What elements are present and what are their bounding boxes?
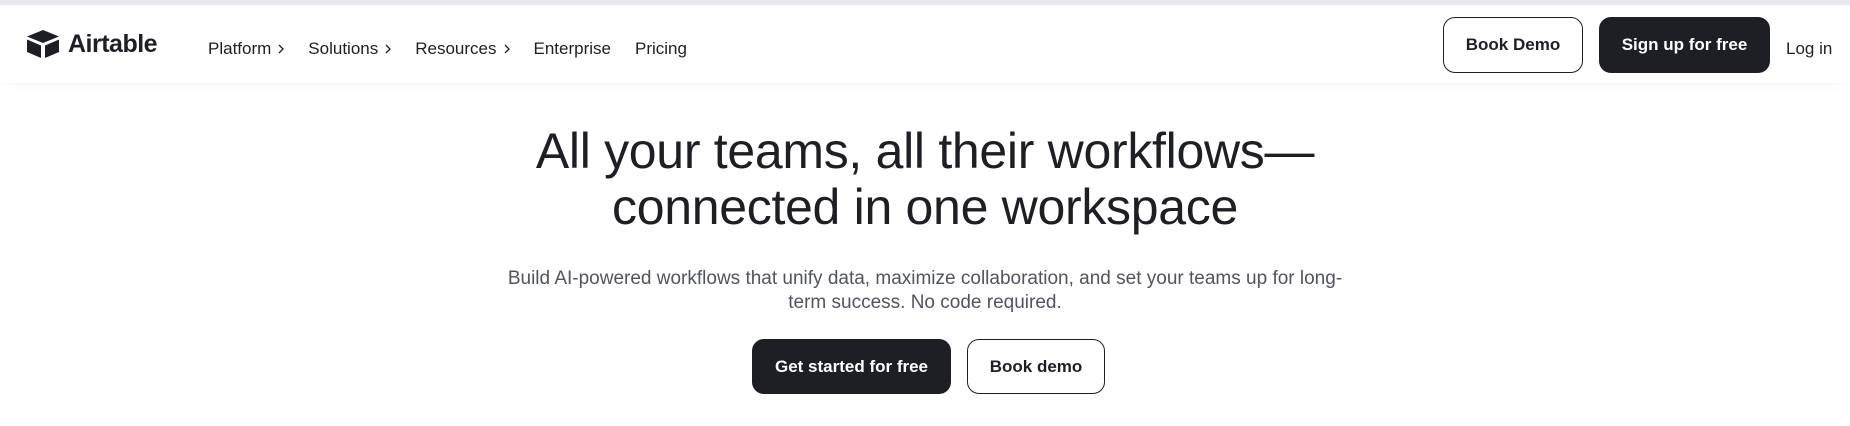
nav-item-enterprise[interactable]: Enterprise xyxy=(534,39,611,59)
nav-item-resources[interactable]: Resources xyxy=(415,39,510,59)
nav-item-pricing[interactable]: Pricing xyxy=(635,39,687,59)
nav-item-label: Resources xyxy=(415,39,497,58)
hero-title: All your teams, all their workflows— con… xyxy=(0,123,1850,235)
book-demo-button[interactable]: Book Demo xyxy=(1443,17,1583,73)
chevron-right-icon xyxy=(278,44,285,54)
main-nav: Platform Solutions Resources Enterprise … xyxy=(208,36,711,62)
nav-item-label: Enterprise xyxy=(533,39,611,58)
sign-up-button[interactable]: Sign up for free xyxy=(1599,17,1770,73)
brand-name: Airtable xyxy=(68,29,158,58)
nav-item-label: Solutions xyxy=(308,39,379,58)
nav-item-label: Platform xyxy=(208,39,272,58)
hero-subtitle-line-2: term success. No code required. xyxy=(788,292,1062,313)
nav-item-solutions[interactable]: Solutions xyxy=(308,39,392,59)
airtable-cube-icon xyxy=(27,30,59,58)
airtable-logo-link[interactable]: Airtable xyxy=(26,29,158,59)
get-started-button[interactable]: Get started for free xyxy=(752,339,951,394)
hero-subtitle: Build AI-powered workflows that unify da… xyxy=(500,267,1350,315)
log-in-link[interactable]: Log in xyxy=(1786,39,1832,59)
hero-title-line-2: connected in one workspace xyxy=(612,179,1238,235)
chevron-right-icon xyxy=(504,44,510,54)
chevron-right-icon xyxy=(385,44,392,54)
hero-title-line-1: All your teams, all their workflows— xyxy=(535,123,1315,179)
hero-subtitle-line-1: Build AI-powered workflows that unify da… xyxy=(507,268,1343,289)
book-demo-hero-button[interactable]: Book demo xyxy=(967,339,1105,394)
nav-item-label: Pricing xyxy=(634,39,687,58)
nav-item-platform[interactable]: Platform xyxy=(208,39,285,59)
site-header: Airtable Platform Solutions Resources En… xyxy=(0,5,1850,83)
